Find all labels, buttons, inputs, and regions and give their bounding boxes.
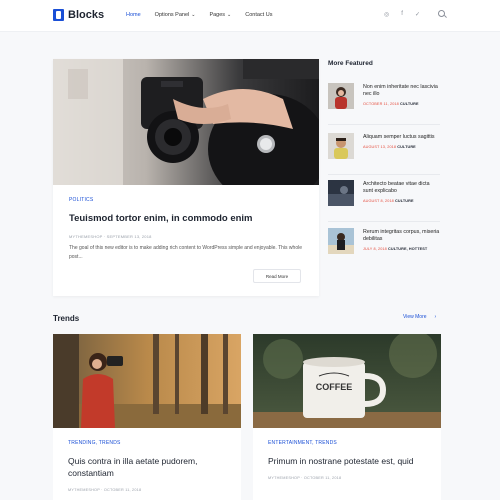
sidebar-post[interactable]: Rerum integritas corpus, miseria debilit… (328, 228, 440, 270)
sidebar-post[interactable]: Architecto beatae vitae dicta sunt expli… (328, 180, 440, 222)
sidebar-post-text: Aliquam semper luctus sagittis AUGUST 13… (363, 134, 440, 149)
nav-home[interactable]: Home (126, 12, 141, 18)
post-meta: MYTHEMESHOP · OCTOBER 11, 2018 (68, 488, 142, 492)
trend-post-card[interactable]: COFFEE ENTERTAINMENT, TRENDS Primum in n… (253, 334, 441, 500)
nav-options-panel[interactable]: Options Panel ⌄ (155, 12, 196, 18)
sidebar-post-text: Non enim inheritate nec lascivia nec ill… (363, 84, 440, 106)
twitter-icon[interactable]: ✓ (415, 11, 420, 18)
featured-post-image[interactable] (53, 59, 319, 185)
sidebar-post-thumbnail[interactable] (328, 228, 354, 254)
post-excerpt: The goal of this new editor is to make a… (69, 245, 302, 260)
sidebar-post-text: Rerum integritas corpus, miseria debilit… (363, 229, 440, 251)
post-title[interactable]: Primum in nostrane potestate est, quid (268, 455, 428, 467)
post-date: AUGUST 13, 2018 (363, 145, 397, 149)
post-category[interactable]: ENTERTAINMENT, TRENDS (268, 440, 428, 446)
sidebar-post-meta: AUGUST 13, 2018 CULTURE (363, 145, 440, 149)
sidebar-post-title[interactable]: Aliquam semper luctus sagittis (363, 134, 440, 141)
nav-options-label: Options Panel (154, 12, 190, 18)
post-category[interactable]: CULTURE (400, 102, 419, 106)
nav-contact-label: Contact Us (245, 12, 273, 18)
chevron-right-icon: › (434, 314, 437, 320)
post-date: OCTOBER 11, 2018 (363, 102, 399, 106)
sidebar-title: More Featured (328, 60, 373, 67)
post-title[interactable]: Quis contra in illa aetate pudorem, cons… (68, 455, 228, 479)
sidebar-post-title[interactable]: Rerum integritas corpus, miseria debilit… (363, 229, 440, 243)
social-links: ◎ f ✓ (384, 11, 420, 18)
trend-post-image[interactable] (53, 334, 241, 428)
site-header: Blocks Home Options Panel ⌄ Pages ⌄ Contac… (0, 0, 500, 32)
sidebar-post-title[interactable]: Architecto beatae vitae dicta sunt expli… (363, 181, 440, 195)
post-date: AUGUST 8, 2018 (363, 199, 394, 203)
search-icon[interactable] (438, 10, 445, 17)
sidebar-post-meta: AUGUST 8, 2018 CULTURE (363, 199, 440, 203)
nav-home-label: Home (126, 12, 141, 18)
trend-post-card[interactable]: TRENDING, TRENDS Quis contra in illa aet… (53, 334, 241, 500)
logo-text: Blocks (68, 9, 105, 21)
trend-post-image[interactable]: COFFEE (253, 334, 441, 428)
post-meta: MYTHEMESHOP · OCTOBER 11, 2018 (268, 476, 342, 480)
sidebar-post-meta: OCTOBER 11, 2018 CULTURE (363, 102, 440, 106)
view-more-label: View More (403, 314, 427, 320)
svg-text:COFFEE: COFFEE (316, 382, 353, 392)
nav-contact[interactable]: Contact Us (245, 12, 272, 18)
post-meta: MYTHEMESHOP · SEPTEMBER 13, 2018 (69, 234, 152, 239)
featured-post-body: POLITICS Teuismod tortor enim, in commod… (69, 197, 305, 262)
post-category[interactable]: CULTURE, HOTTEST (388, 247, 427, 251)
view-more-link[interactable]: View More › (403, 314, 436, 320)
sidebar-post-title[interactable]: Non enim inheritate nec lascivia nec ill… (363, 84, 440, 98)
chevron-down-icon: ⌄ (227, 12, 232, 18)
post-category[interactable]: TRENDING, TRENDS (68, 440, 228, 446)
logo-icon (53, 9, 64, 21)
facebook-icon[interactable]: f (401, 11, 403, 18)
chevron-down-icon: ⌄ (191, 12, 196, 18)
sidebar-post[interactable]: Non enim inheritate nec lascivia nec ill… (328, 83, 440, 125)
featured-post-card[interactable]: POLITICS Teuismod tortor enim, in commod… (53, 59, 319, 296)
nav-pages[interactable]: Pages ⌄ (209, 12, 231, 18)
post-category[interactable]: POLITICS (69, 197, 305, 203)
site-logo[interactable]: Blocks (53, 9, 104, 21)
post-date: JULY 8, 2018 (363, 247, 387, 251)
post-category[interactable]: CULTURE (397, 145, 416, 149)
post-category[interactable]: CULTURE (395, 199, 414, 203)
read-more-button[interactable]: Read More (253, 269, 301, 283)
sidebar-post-text: Architecto beatae vitae dicta sunt expli… (363, 181, 440, 203)
main-nav: Home Options Panel ⌄ Pages ⌄ Contact Us (126, 12, 272, 18)
trend-post-body: TRENDING, TRENDS Quis contra in illa aet… (68, 440, 228, 492)
sidebar-post-thumbnail[interactable] (328, 133, 354, 159)
trend-post-body: ENTERTAINMENT, TRENDS Primum in nostrane… (268, 440, 428, 480)
instagram-icon[interactable]: ◎ (384, 11, 389, 18)
sidebar-post-thumbnail[interactable] (328, 83, 354, 109)
sidebar-post-thumbnail[interactable] (328, 180, 354, 206)
sidebar-post-meta: JULY 8, 2018 CULTURE, HOTTEST (363, 247, 440, 251)
nav-pages-label: Pages (209, 12, 226, 18)
sidebar-post[interactable]: Aliquam semper luctus sagittis AUGUST 13… (328, 133, 440, 175)
post-title[interactable]: Teuismod tortor enim, in commodo enim (69, 213, 305, 224)
trends-section-title: Trends (53, 314, 80, 323)
